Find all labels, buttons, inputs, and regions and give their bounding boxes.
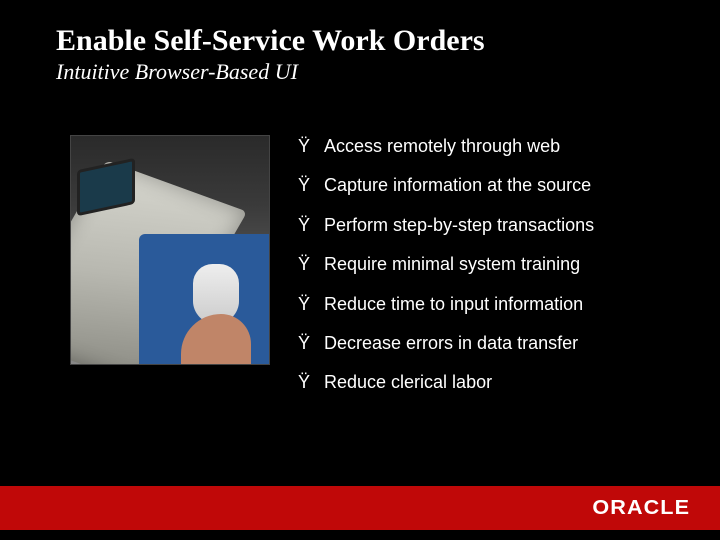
bullet-icon: Ÿ [298,371,324,394]
bullet-item: ŸRequire minimal system training [298,253,690,276]
bullet-text: Perform step-by-step transactions [324,214,594,237]
bullet-item: ŸCapture information at the source [298,174,690,197]
bullet-icon: Ÿ [298,135,324,158]
bullet-item: ŸReduce clerical labor [298,371,690,394]
slide-title: Enable Self-Service Work Orders [56,24,680,57]
bullet-list: ŸAccess remotely through webŸCapture inf… [298,135,690,411]
bullet-item: ŸReduce time to input information [298,293,690,316]
footer-bar: ORACLE [0,486,720,530]
bullet-icon: Ÿ [298,174,324,197]
slide-subtitle: Intuitive Browser-Based UI [56,59,680,85]
bullet-item: ŸPerform step-by-step transactions [298,214,690,237]
bullet-text: Access remotely through web [324,135,560,158]
bullet-text: Reduce time to input information [324,293,583,316]
bullet-item: ŸDecrease errors in data transfer [298,332,690,355]
bullet-item: ŸAccess remotely through web [298,135,690,158]
title-area: Enable Self-Service Work Orders Intuitiv… [0,0,720,85]
footer-bottom-strip [0,530,720,540]
oracle-logo: ORACLE [592,497,690,520]
bullet-icon: Ÿ [298,293,324,316]
content-area: ŸAccess remotely through webŸCapture inf… [0,85,720,411]
bullet-icon: Ÿ [298,214,324,237]
bullet-text: Capture information at the source [324,174,591,197]
bullet-icon: Ÿ [298,253,324,276]
bullet-icon: Ÿ [298,332,324,355]
bullet-text: Decrease errors in data transfer [324,332,578,355]
bullet-text: Reduce clerical labor [324,371,492,394]
illustration-computer-mouse [70,135,270,365]
bullet-text: Require minimal system training [324,253,580,276]
